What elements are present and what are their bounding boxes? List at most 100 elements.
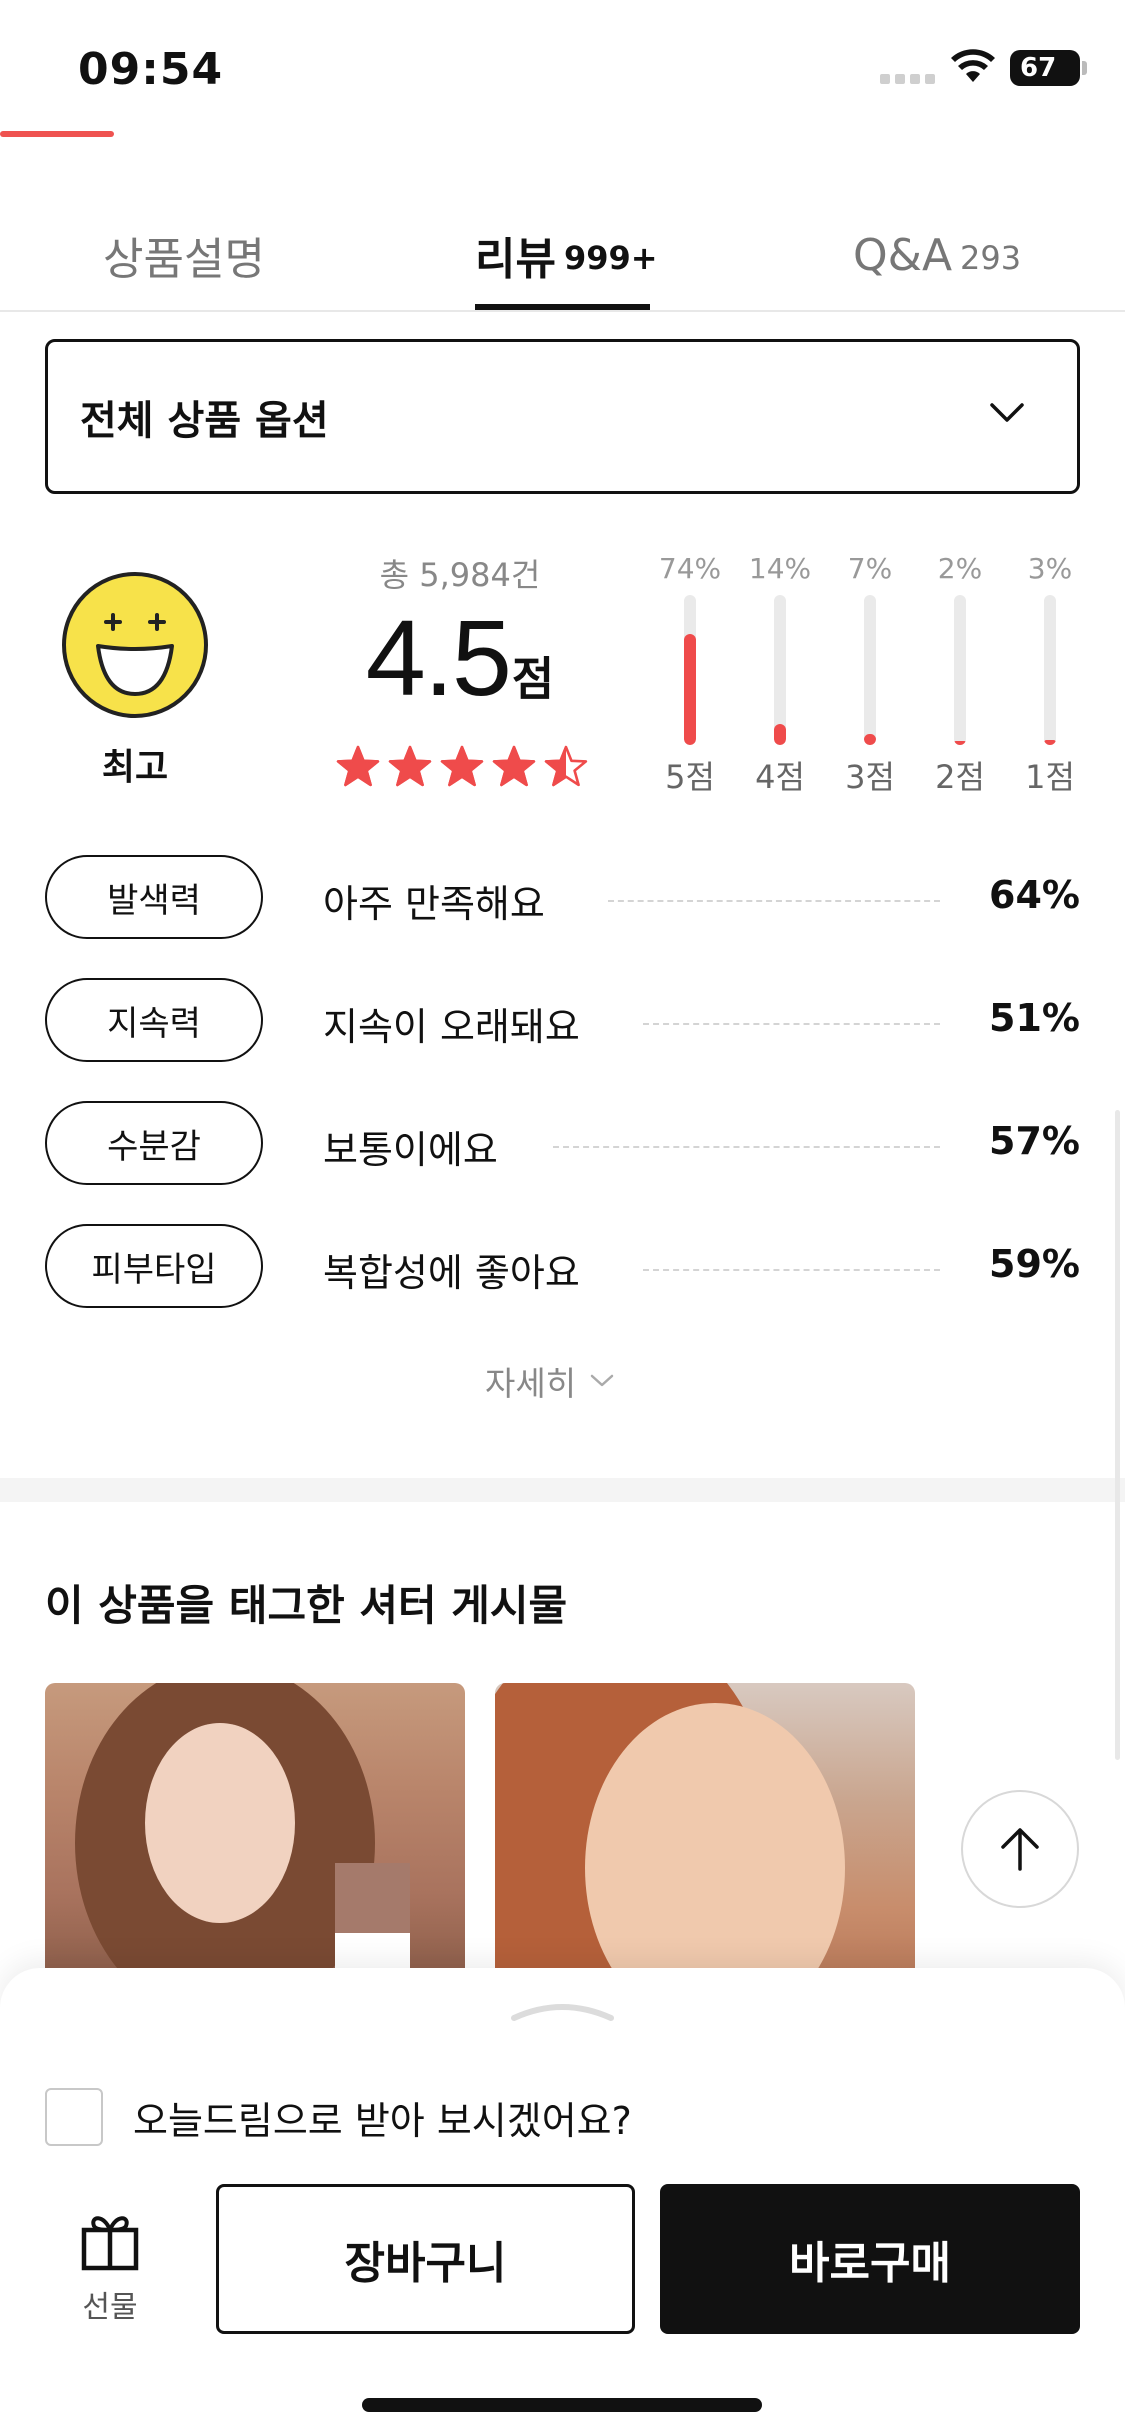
distribution-label: 5점 [665,758,715,796]
today-delivery-option[interactable]: 오늘드림으로 받아 보시겠어요? [45,2088,632,2146]
scroll-to-top-button[interactable] [961,1790,1079,1908]
rating-distribution-column: 14% 4점 [740,540,820,800]
shutter-post-image[interactable] [45,1683,465,1983]
distribution-bar-fill [684,634,696,745]
status-bar: 09:54 67 [0,0,1125,140]
distribution-percent: 3% [1027,552,1073,585]
battery-cap [1082,61,1087,75]
rating-distribution-column: 74% 5점 [650,540,730,800]
gift-icon [81,2216,139,2271]
distribution-percent: 74% [658,552,722,585]
attribute-percent: 59% [989,1242,1080,1286]
page-scrollbar[interactable] [1115,1110,1120,1760]
dashed-leader [643,1269,940,1271]
attribute-value: 복합성에 좋아요 [323,1251,580,1295]
distribution-label: 2점 [935,758,985,796]
score-unit: 점 [511,652,555,706]
distribution-bar-fill [954,741,966,745]
star-rating [336,745,588,787]
shutter-posts-carousel [45,1683,1125,1983]
distribution-bar-fill [774,724,786,745]
distribution-bar-fill [1044,740,1056,745]
home-indicator [362,2398,762,2412]
review-attribute-row: 지속력 지속이 오래돼요 51% [45,978,1080,1062]
active-tab-underline [475,304,650,310]
attribute-name-pill: 수분감 [45,1101,263,1185]
sheet-handle-icon[interactable] [510,1996,615,2022]
review-attribute-row: 수분감 보통이에요 57% [45,1101,1080,1185]
distribution-percent: 14% [748,552,812,585]
attribute-name-pill: 지속력 [45,978,263,1062]
attribute-percent: 51% [989,996,1080,1040]
distribution-bar-track [954,595,966,745]
rating-distribution-column: 7% 3점 [830,540,910,800]
gift-button[interactable]: 선물 [70,2208,150,2326]
attribute-value: 아주 만족해요 [323,882,545,926]
distribution-percent: 7% [847,552,893,585]
distribution-label: 1점 [1025,758,1075,796]
distribution-percent: 2% [937,552,983,585]
product-option-select[interactable]: 전체 상품 옵션 [45,339,1080,494]
add-to-cart-button[interactable]: 장바구니 [216,2184,635,2334]
purchase-bottom-sheet: 오늘드림으로 받아 보시겠어요? 선물 장바구니 바로구매 [0,1968,1125,2436]
more-label: 자세히 [485,1364,577,1403]
tab-qna[interactable]: Q&A 293 [853,200,1021,310]
attribute-value: 지속이 오래돼요 [323,1005,580,1049]
shutter-section-title: 이 상품을 태그한 셔터 게시물 [45,1581,568,1630]
chevron-down-icon [590,1374,614,1387]
tab-count: 999+ [563,239,658,277]
section-divider [0,1478,1125,1502]
star-icon [492,745,536,787]
gift-label: 선물 [82,2290,138,2325]
rating-summary: 최고 총 5,984건 4.5점 74% 5점 14% 4점 7% 3점 2% 2점 3% 1점 [0,540,1125,800]
pantone-chip [335,1863,410,1933]
distribution-label: 3점 [845,758,895,796]
chevron-down-icon [990,403,1024,422]
tab-label: Q&A [853,229,953,281]
average-score: 4.5점 [320,595,600,720]
rating-distribution-column: 2% 2점 [920,540,1000,800]
attribute-value: 보통이에요 [323,1128,498,1172]
face-shape [145,1723,295,1923]
star-icon [388,745,432,787]
tab-description[interactable]: 상품설명 [103,200,265,310]
review-total-count: 총 5,984건 [379,556,541,594]
rating-distribution-column: 3% 1점 [1010,540,1090,800]
attribute-name-pill: 피부타입 [45,1224,263,1308]
dashed-leader [608,900,940,902]
attribute-percent: 57% [989,1119,1080,1163]
product-tabs: 상품설명 리뷰 999+ Q&A 293 [0,200,1125,312]
star-icon [544,745,588,787]
buy-now-button[interactable]: 바로구매 [660,2184,1080,2334]
tab-count: 293 [960,239,1022,277]
star-icon [440,745,484,787]
review-attribute-row: 피부타입 복합성에 좋아요 59% [45,1224,1080,1308]
rating-distribution: 74% 5점 14% 4점 7% 3점 2% 2점 3% 1점 [650,540,1100,800]
arrow-up-icon [1001,1828,1039,1871]
rating-badge-label: 최고 [101,747,169,788]
today-delivery-checkbox[interactable] [45,2088,103,2146]
attribute-name-pill: 발색력 [45,855,263,939]
battery-level: 67 [1020,53,1057,83]
tab-reviews[interactable]: 리뷰 999+ [475,200,658,310]
battery-icon: 67 [1010,50,1080,86]
distribution-bar-track [1044,595,1056,745]
score-value: 4.5 [365,597,512,718]
tab-label: 리뷰 [475,234,556,285]
attribute-percent: 64% [989,873,1080,917]
review-attribute-row: 발색력 아주 만족해요 64% [45,855,1080,939]
more-details-button[interactable]: 자세히 [485,1357,614,1405]
smiley-face-icon [62,572,208,718]
scroll-progress-indicator [0,131,114,137]
wifi-icon [951,49,995,82]
distribution-bar-track [774,595,786,745]
option-select-label: 전체 상품 옵션 [80,397,329,444]
distribution-bar-track [864,595,876,745]
star-icon [336,745,380,787]
cellular-signal-icon [880,74,935,84]
distribution-bar-fill [864,734,876,745]
shutter-post-image[interactable] [495,1683,915,1983]
today-delivery-label: 오늘드림으로 받아 보시겠어요? [133,2098,632,2143]
status-time: 09:54 [78,44,224,95]
distribution-label: 4점 [755,758,805,796]
